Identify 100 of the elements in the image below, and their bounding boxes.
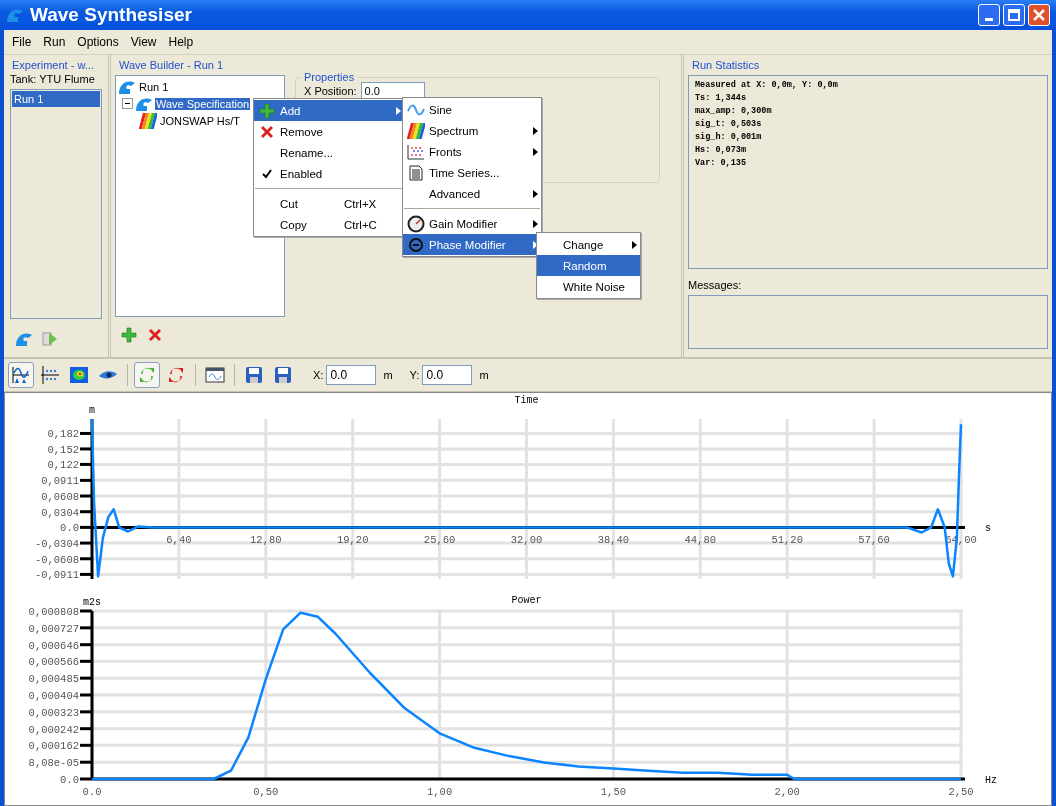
axis-tick-label: 1,00 <box>427 786 453 798</box>
heatmap-icon <box>69 365 89 385</box>
axis-tick-label: 0,000727 <box>28 622 79 635</box>
menu-item[interactable]: Gain Modifier <box>403 213 541 234</box>
axis-tick-label: 0,000646 <box>28 639 79 652</box>
axis-tick-label: 2,50 <box>948 786 974 798</box>
minimize-icon <box>985 17 993 21</box>
menu-item[interactable]: Run <box>37 33 72 51</box>
menu-item[interactable]: Help <box>162 33 200 51</box>
axis-tick-label: -0,0608 <box>34 553 79 566</box>
menu-item[interactable]: Fronts <box>403 141 541 162</box>
submenu-arrow-icon <box>532 189 538 198</box>
axis-tick-label: 0,0911 <box>41 475 79 488</box>
play-icon <box>42 331 58 347</box>
axis-title: s <box>985 523 991 535</box>
axis-tick-label: 0,152 <box>47 443 79 456</box>
document-icon <box>408 164 424 181</box>
wave-plus-icon <box>15 331 33 347</box>
menu-item[interactable]: Copy Ctrl+C <box>254 214 404 235</box>
menu-item[interactable]: Cut Ctrl+X <box>254 193 404 214</box>
axis-tick-label: 19,20 <box>336 534 369 547</box>
axis-tick-label: 0.0 <box>60 522 79 535</box>
axis-tick-label: 38,40 <box>597 534 630 547</box>
save-icon <box>245 366 263 384</box>
minimize-button[interactable] <box>978 4 1000 26</box>
menu-item[interactable]: Spectrum <box>403 120 541 141</box>
dotted-grid-icon <box>407 143 425 160</box>
group-title: Wave Builder - Run 1 <box>118 58 225 73</box>
collapse-toggle[interactable] <box>122 98 133 109</box>
axis-title: Hz <box>985 775 997 786</box>
axis-tick-label: 6,40 <box>166 534 192 547</box>
menu-item[interactable]: Sine <box>403 99 541 120</box>
axis-tick-label: 0,0608 <box>41 491 79 503</box>
tree-item[interactable]: JONSWAP Hs/T <box>159 114 242 127</box>
grid-points-icon <box>40 365 60 385</box>
tree-item[interactable]: Run 1 <box>138 80 170 93</box>
axis-tick-label: 25,60 <box>423 534 456 547</box>
signal-window-icon <box>205 366 225 384</box>
statistic-line: max_amp: 0,300m <box>695 106 773 116</box>
cross-icon <box>259 123 275 140</box>
axis-tick-label: 44,80 <box>684 534 717 547</box>
menu-item[interactable]: Add <box>254 100 404 121</box>
run-list[interactable]: Run 1 <box>10 89 102 319</box>
menu-item[interactable]: White Noise <box>537 276 640 297</box>
axis-tick-label: 0.0 <box>60 774 79 786</box>
messages-label: Messages: <box>688 278 743 293</box>
refresh-icon <box>137 365 157 385</box>
axis-tick-label: 0,000808 <box>28 606 79 618</box>
submenu-arrow-icon <box>532 219 538 228</box>
menu-item[interactable]: File <box>6 33 38 51</box>
chart-title: Power <box>511 595 542 606</box>
menu-item[interactable]: Time Series... <box>403 162 541 183</box>
axis-tick-label: 0,000323 <box>28 706 79 719</box>
rainbow-spectrum-icon <box>407 122 425 139</box>
tree-item[interactable]: Wave Specification <box>155 97 251 110</box>
run-list-item[interactable]: Run 1 <box>12 91 100 107</box>
statistic-line: sig_h: 0,001m <box>695 132 763 142</box>
menu-item[interactable]: Rename... <box>254 142 404 163</box>
axis-tick-label: 8,08e-05 <box>28 757 79 770</box>
axis-tick-label: 0,000404 <box>28 690 79 702</box>
axis-tick-label: 0.0 <box>82 786 102 798</box>
rainbow-spectrum-icon <box>139 112 157 129</box>
add-button[interactable] <box>119 325 139 345</box>
menu-item[interactable]: Enabled <box>254 163 404 184</box>
wave-icon <box>135 95 153 112</box>
axis-tick-label: -0,0911 <box>34 569 79 582</box>
close-icon <box>1033 9 1045 21</box>
axis-tick-label: 0,122 <box>47 459 79 472</box>
axis-title: m <box>89 405 95 416</box>
menu-item[interactable]: Advanced <box>403 183 541 204</box>
statistic-line: Hs: 0,073m <box>695 145 747 155</box>
field-label: Y: <box>409 369 420 381</box>
axis-tick-label: 32,00 <box>510 534 543 547</box>
chart-title: Time <box>514 395 539 406</box>
axis-tick-label: 0,50 <box>253 786 279 798</box>
axis-title: m2s <box>83 597 101 608</box>
x-coordinate-field[interactable]: 0.0 <box>326 365 377 385</box>
menu-item[interactable]: Remove <box>254 121 404 142</box>
group-title: Experiment - w... <box>11 58 95 73</box>
cross-icon <box>147 327 163 343</box>
submenu-arrow-icon <box>395 106 401 115</box>
menu-item[interactable]: View <box>124 33 163 51</box>
statistic-line: Measured at X: 0,0m, Y: 0,0m <box>695 80 839 90</box>
axis-tick-label: 0,182 <box>47 428 79 441</box>
submenu-arrow-icon <box>532 147 538 156</box>
unit-label: m <box>479 369 489 381</box>
y-coordinate-field[interactable]: 0.0 <box>422 365 473 385</box>
menu-item[interactable]: Random <box>537 255 640 276</box>
gauge-icon <box>407 214 425 233</box>
toolbar-button[interactable] <box>8 362 34 388</box>
app-icon <box>6 7 24 23</box>
axis-tick-label: 51,20 <box>771 534 803 547</box>
wave-icon <box>118 78 136 95</box>
statistic-line: Ts: 1,344s <box>695 93 747 103</box>
axis-tick-label: 0,0304 <box>41 506 79 519</box>
minus-circle-icon <box>408 236 424 253</box>
maximize-button[interactable] <box>1003 4 1025 26</box>
menu-item[interactable]: Options <box>71 33 125 51</box>
plus-icon <box>259 102 275 119</box>
close-button[interactable] <box>1028 4 1050 26</box>
